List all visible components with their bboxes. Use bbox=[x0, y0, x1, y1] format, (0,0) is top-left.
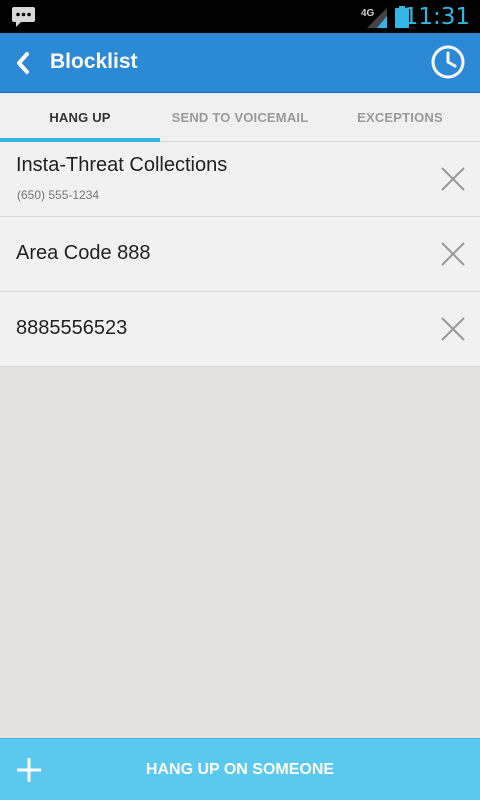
tab-label: HANG UP bbox=[49, 110, 111, 125]
message-notification-icon bbox=[12, 7, 35, 32]
blocklist: Insta-Threat Collections (650) 555-1234 … bbox=[0, 142, 480, 367]
list-item[interactable]: Insta-Threat Collections (650) 555-1234 bbox=[0, 142, 480, 217]
button-label: HANG UP ON SOMEONE bbox=[145, 761, 335, 778]
back-chevron-icon[interactable] bbox=[10, 48, 40, 78]
contact-name: Area Code 888 bbox=[16, 242, 151, 264]
list-item[interactable]: Area Code 888 bbox=[0, 217, 480, 292]
tab-send-to-voicemail[interactable]: SEND TO VOICEMAIL bbox=[160, 93, 320, 142]
close-icon[interactable] bbox=[440, 241, 466, 267]
list-item[interactable]: 8885556523 bbox=[0, 292, 480, 367]
tab-exceptions[interactable]: EXCEPTIONS bbox=[320, 93, 480, 142]
tab-hang-up[interactable]: HANG UP bbox=[0, 93, 160, 142]
clock-icon[interactable] bbox=[430, 44, 466, 80]
action-bar: Blocklist bbox=[0, 33, 480, 93]
clock-time: 11:31 bbox=[403, 4, 470, 30]
contact-number: (650) 555-1234 bbox=[17, 188, 100, 202]
contact-name: 8885556523 bbox=[16, 317, 128, 339]
tab-bar: HANG UP SEND TO VOICEMAIL EXCEPTIONS bbox=[0, 93, 480, 142]
close-icon[interactable] bbox=[440, 316, 466, 342]
close-icon[interactable] bbox=[440, 166, 466, 192]
contact-name: Insta-Threat Collections bbox=[16, 154, 228, 176]
network-label: 4G bbox=[361, 8, 375, 19]
tab-label: SEND TO VOICEMAIL bbox=[171, 110, 309, 125]
hang-up-on-someone-button[interactable]: HANG UP ON SOMEONE bbox=[0, 738, 480, 800]
status-bar: 4G 11:31 bbox=[0, 0, 480, 33]
page-title: Blocklist bbox=[50, 50, 138, 73]
signal-4g-icon: 4G bbox=[361, 6, 389, 33]
tab-label: EXCEPTIONS bbox=[357, 110, 443, 125]
